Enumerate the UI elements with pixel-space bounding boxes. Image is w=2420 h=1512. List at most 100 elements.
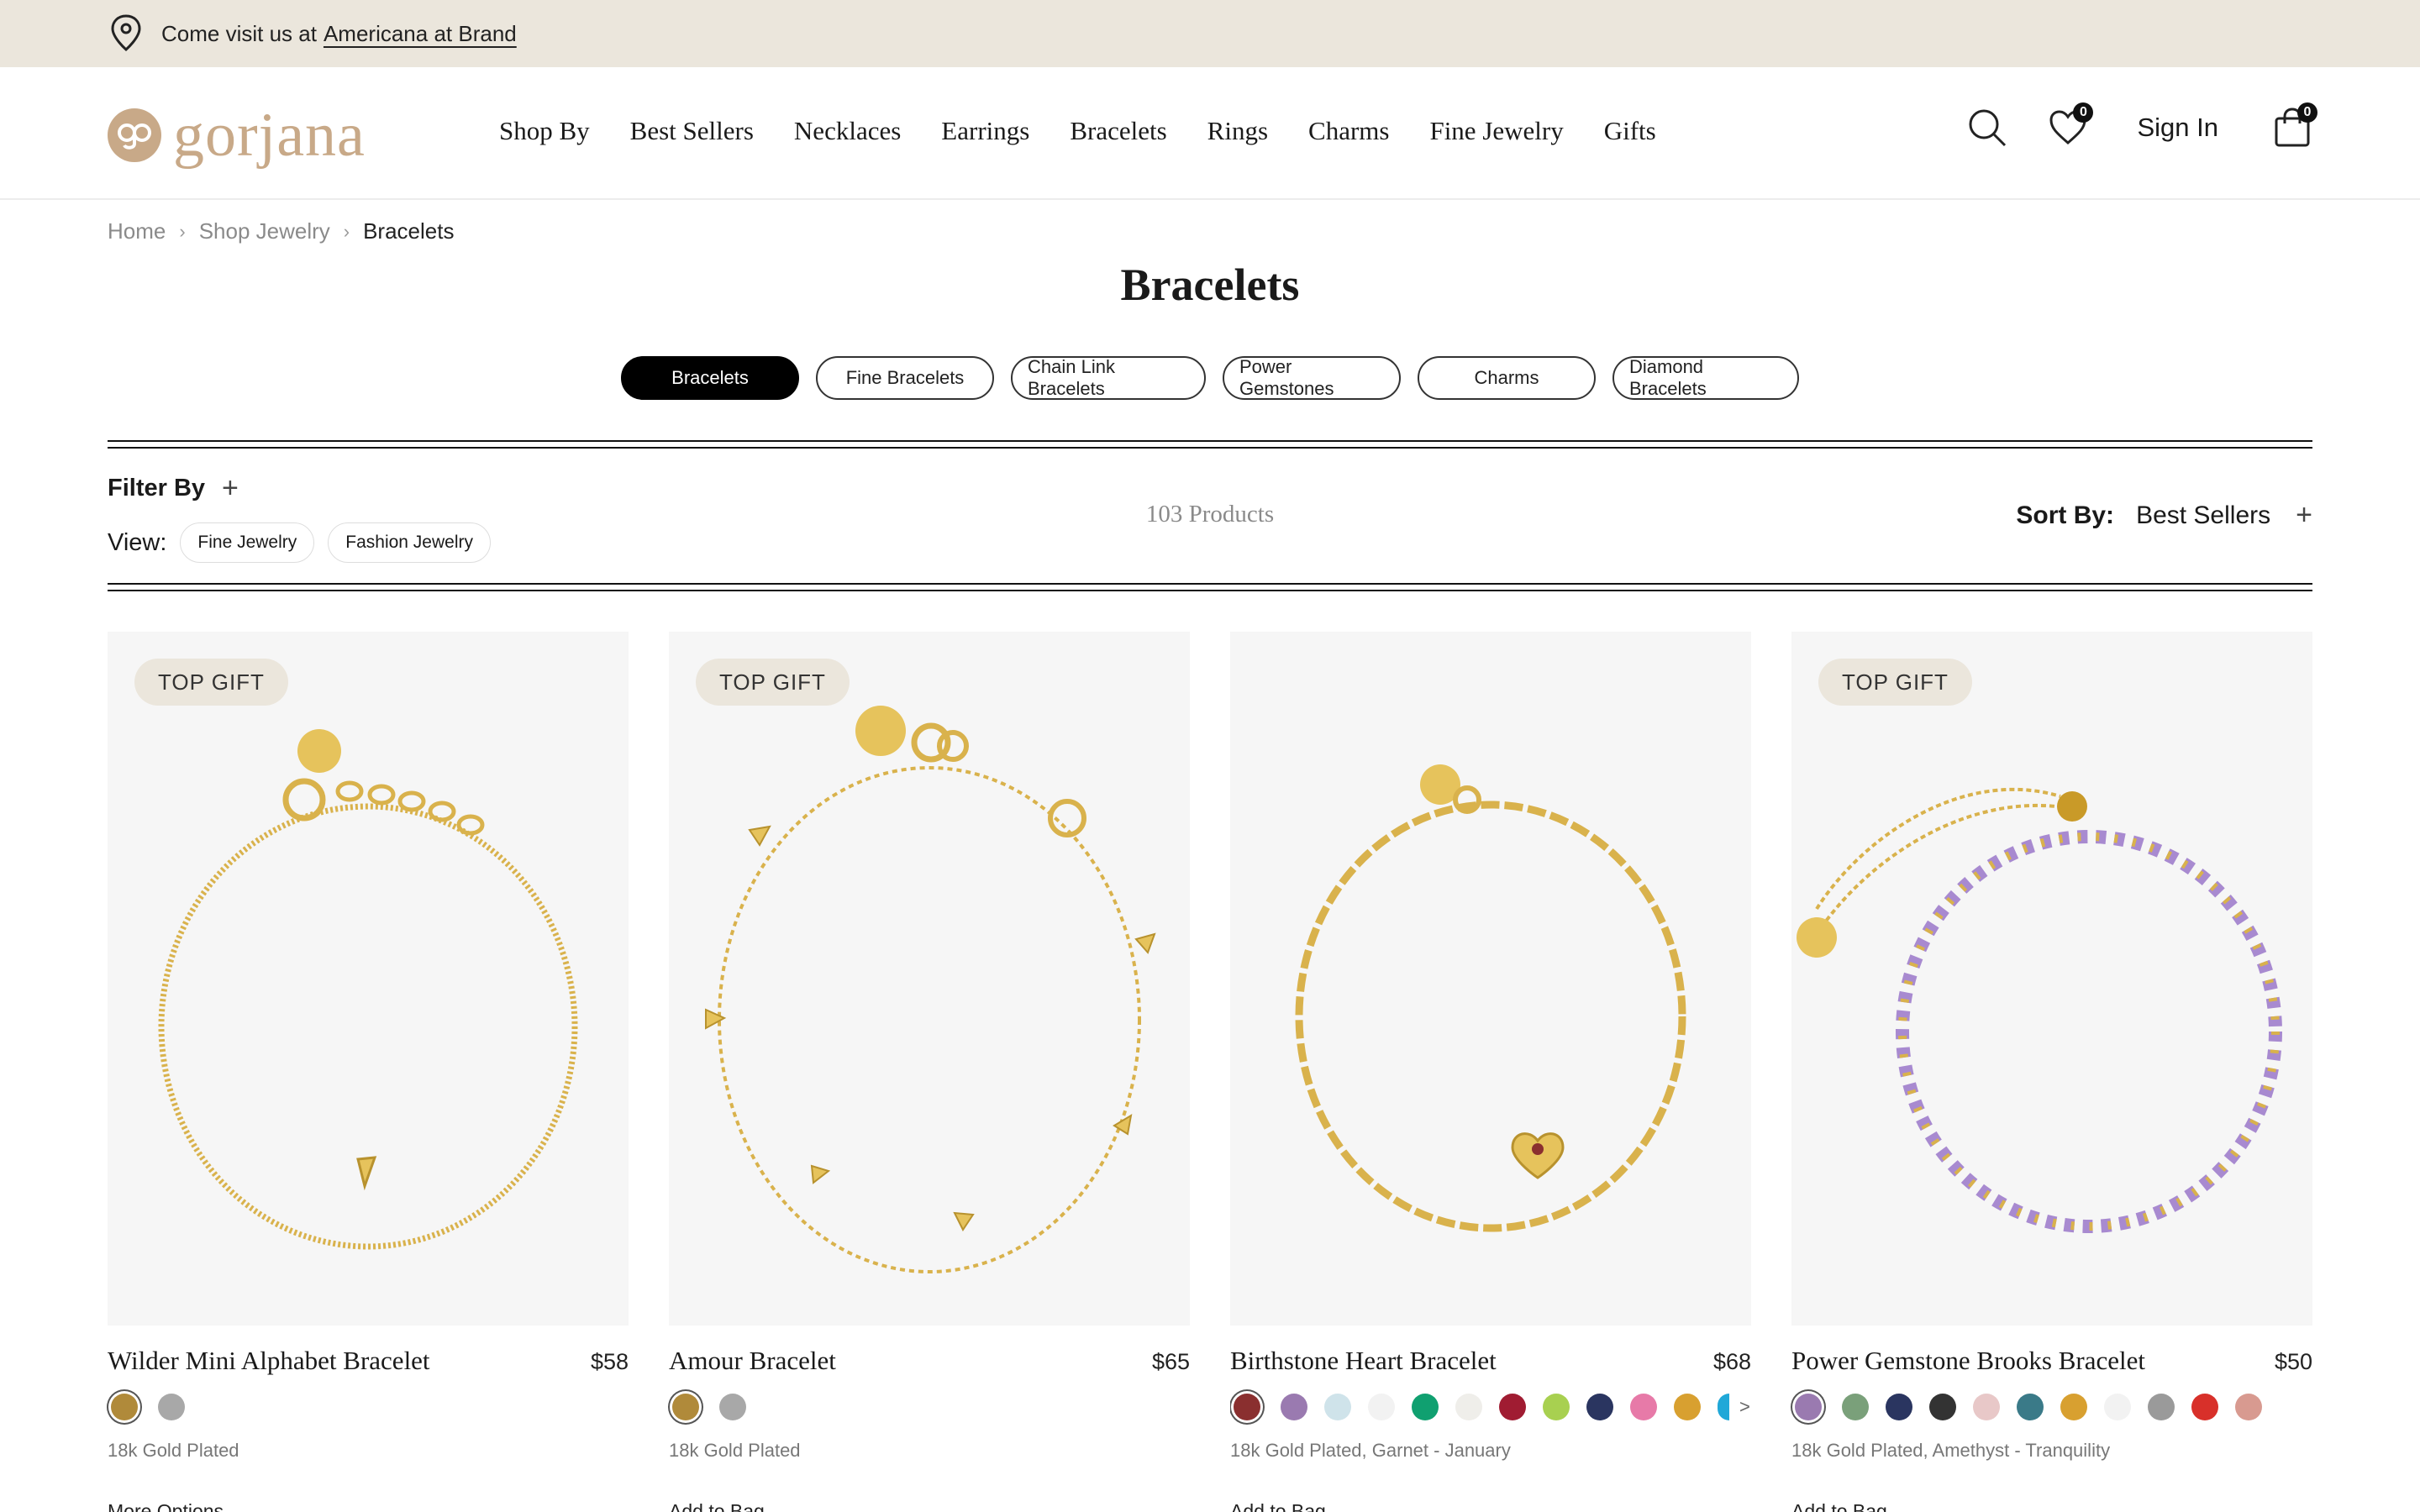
swatch[interactable] — [111, 1394, 138, 1420]
nav-gifts[interactable]: Gifts — [1604, 116, 1656, 146]
category-pill-power-gemstones[interactable]: Power Gemstones — [1223, 356, 1401, 400]
swatch[interactable] — [2017, 1394, 2044, 1420]
chevron-right-icon: › — [343, 220, 350, 242]
wishlist-button[interactable]: 0 — [2044, 102, 2094, 151]
divider — [108, 583, 2312, 591]
product-price: $68 — [1712, 1349, 1751, 1374]
logo-mark-icon — [108, 108, 161, 162]
header-actions: 0 Sign In 0 — [1964, 102, 2317, 151]
swatch[interactable] — [2060, 1394, 2087, 1420]
nav-fine-jewelry[interactable]: Fine Jewelry — [1429, 116, 1563, 146]
site-header: gorjana Shop By Best Sellers Necklaces E… — [0, 67, 2420, 200]
swatch[interactable] — [1630, 1394, 1657, 1420]
nav-bracelets[interactable]: Bracelets — [1070, 116, 1166, 146]
swatch[interactable] — [1886, 1394, 1912, 1420]
product-variant: 18k Gold Plated — [108, 1440, 239, 1461]
product-variant: 18k Gold Plated — [669, 1440, 801, 1461]
product-name[interactable]: Wilder Mini Alphabet Bracelet — [108, 1346, 430, 1376]
more-options-button[interactable]: More Options — [108, 1500, 629, 1512]
bracelet-image — [1797, 787, 2282, 1233]
color-swatches — [1791, 1389, 2312, 1425]
nav-rings[interactable]: Rings — [1207, 116, 1268, 146]
nav-shop-by[interactable]: Shop By — [499, 116, 590, 146]
swatch[interactable] — [1368, 1394, 1395, 1420]
category-pill-diamond-bracelets[interactable]: Diamond Bracelets — [1612, 356, 1799, 400]
category-pill-bracelets[interactable]: Bracelets — [621, 356, 799, 400]
swatch[interactable] — [1586, 1394, 1613, 1420]
sign-in-link[interactable]: Sign In — [2137, 113, 2218, 143]
sort-by-dropdown[interactable]: Sort By: Best Sellers + — [2016, 499, 2312, 532]
product-grid: TOP GIFT Wilder Mini Alphabet Bracelet $… — [108, 632, 2312, 1512]
swatch[interactable] — [1718, 1394, 1729, 1420]
breadcrumb-current: Bracelets — [363, 218, 455, 244]
bag-button[interactable]: 0 — [2269, 102, 2317, 151]
product-name[interactable]: Power Gemstone Brooks Bracelet — [1791, 1346, 2145, 1376]
announcement-text: Come visit us at — [161, 20, 317, 46]
announcement-bar: Come visit us at Americana at Brand — [0, 0, 2420, 67]
nav-necklaces[interactable]: Necklaces — [794, 116, 901, 146]
main-nav: Shop By Best Sellers Necklaces Earrings … — [499, 116, 1697, 146]
filter-by-label: Filter By — [108, 475, 206, 501]
color-swatches — [669, 1389, 1190, 1425]
view-label: View: — [108, 528, 167, 556]
product-image[interactable] — [1230, 632, 1751, 1326]
breadcrumb-shop-jewelry[interactable]: Shop Jewelry — [199, 218, 330, 244]
plus-icon: + — [2296, 499, 2312, 531]
add-to-bag-button[interactable]: Add to Bag — [1230, 1500, 1751, 1512]
logo[interactable]: gorjana — [108, 104, 366, 166]
swatch[interactable] — [1973, 1394, 2000, 1420]
category-pill-fine-bracelets[interactable]: Fine Bracelets — [816, 356, 994, 400]
divider — [108, 440, 2312, 449]
swatch[interactable] — [1842, 1394, 1869, 1420]
sort-by-label: Sort By: — [2016, 501, 2115, 529]
swatch[interactable] — [1795, 1394, 1822, 1420]
nav-best-sellers[interactable]: Best Sellers — [630, 116, 754, 146]
color-swatches: > — [1230, 1389, 1751, 1425]
breadcrumb-home[interactable]: Home — [108, 218, 166, 244]
swatch[interactable] — [2104, 1394, 2131, 1420]
store-location-link[interactable]: Americana at Brand — [324, 21, 517, 47]
view-chip-fashion-jewelry[interactable]: Fashion Jewelry — [328, 522, 491, 563]
product-image[interactable]: TOP GIFT — [669, 632, 1190, 1326]
swatch[interactable] — [1412, 1394, 1439, 1420]
swatch[interactable] — [2148, 1394, 2175, 1420]
swatch[interactable] — [1455, 1394, 1482, 1420]
swatch[interactable] — [158, 1394, 185, 1420]
swatch[interactable] — [1929, 1394, 1956, 1420]
location-pin-icon — [111, 14, 141, 51]
swatch[interactable] — [2235, 1394, 2262, 1420]
chevron-right-icon: › — [179, 220, 186, 242]
product-card: TOP GIFT Amour Bracelet $65 18k Gold Pla… — [669, 632, 1190, 1512]
swatch[interactable] — [719, 1394, 746, 1420]
swatch[interactable] — [1674, 1394, 1701, 1420]
product-image[interactable]: TOP GIFT — [1791, 632, 2312, 1326]
chevron-right-icon[interactable]: > — [1739, 1396, 1750, 1418]
swatch[interactable] — [1234, 1394, 1260, 1420]
view-chip-fine-jewelry[interactable]: Fine Jewelry — [180, 522, 315, 563]
bracelet-image — [705, 706, 1156, 1273]
breadcrumb: Home › Shop Jewelry › Bracelets — [108, 218, 454, 244]
add-to-bag-button[interactable]: Add to Bag — [1791, 1500, 2312, 1512]
sort-by-value: Best Sellers — [2136, 501, 2271, 529]
category-pill-chain-link-bracelets[interactable]: Chain Link Bracelets — [1011, 356, 1206, 400]
product-price: $65 — [1151, 1349, 1190, 1374]
swatch[interactable] — [672, 1394, 699, 1420]
search-icon — [1969, 109, 2007, 147]
add-to-bag-button[interactable]: Add to Bag — [669, 1500, 1190, 1512]
nav-earrings[interactable]: Earrings — [941, 116, 1029, 146]
category-pills: Bracelets Fine Bracelets Chain Link Brac… — [0, 356, 2420, 400]
search-button[interactable] — [1964, 104, 2011, 151]
category-pill-charms[interactable]: Charms — [1418, 356, 1596, 400]
swatch[interactable] — [1281, 1394, 1307, 1420]
product-tag: TOP GIFT — [1818, 659, 1972, 706]
swatch[interactable] — [2191, 1394, 2218, 1420]
swatch[interactable] — [1324, 1394, 1351, 1420]
nav-charms[interactable]: Charms — [1308, 116, 1389, 146]
product-variant: 18k Gold Plated, Amethyst - Tranquility — [1791, 1440, 2111, 1461]
swatch[interactable] — [1543, 1394, 1570, 1420]
product-name[interactable]: Birthstone Heart Bracelet — [1230, 1346, 1497, 1376]
product-image[interactable]: TOP GIFT — [108, 632, 629, 1326]
swatch[interactable] — [1499, 1394, 1526, 1420]
product-price: $50 — [2274, 1349, 2312, 1374]
product-name[interactable]: Amour Bracelet — [669, 1346, 836, 1376]
